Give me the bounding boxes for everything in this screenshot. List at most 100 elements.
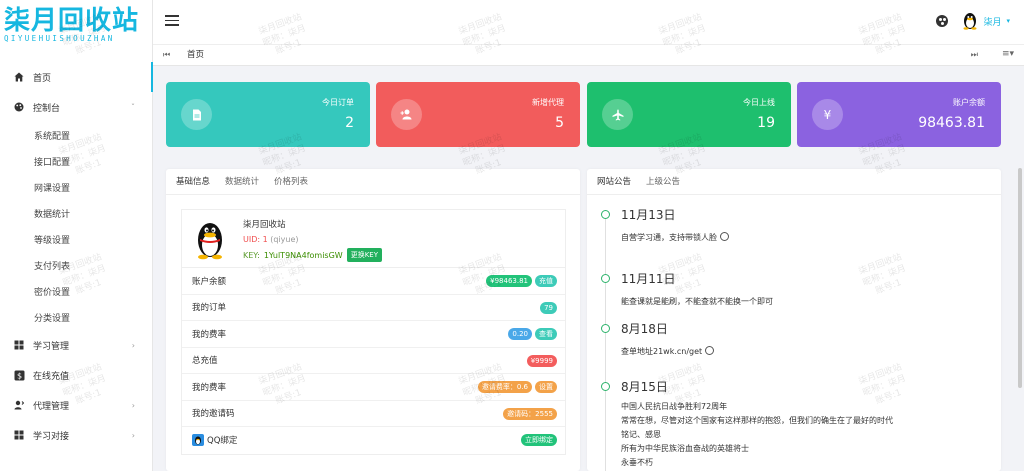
timeline-dot	[601, 382, 610, 391]
key-label: KEY:	[243, 250, 260, 260]
page-scrollbar[interactable]	[1018, 168, 1022, 388]
sidebar: 柒月回收站 QIYUEHUISHOUZHAN 首页 控制台 ˇ 系统配置 接口配…	[0, 0, 153, 471]
tab-more-icon[interactable]: ≡▾	[1002, 49, 1014, 59]
logo[interactable]: 柒月回收站 QIYUEHUISHOUZHAN	[0, 0, 152, 58]
notice-panel: 网站公告 上级公告 11月13日 自营学习通，支持带锁人脸 11月11日 能查课…	[587, 169, 1001, 471]
home-icon	[13, 71, 25, 83]
timeline-item: 8月18日 查单地址21wk.cn/get	[601, 321, 991, 379]
timeline-item: 11月13日 自营学习通，支持带锁人脸	[601, 207, 991, 271]
timeline-text: 自营学习通，支持带锁人脸	[621, 233, 717, 242]
logo-title: 柒月回收站	[4, 6, 140, 36]
smile-icon	[704, 346, 714, 355]
tab-prev-icon[interactable]: ⏮	[163, 50, 170, 60]
tab-data-stats[interactable]: 数据统计	[225, 169, 268, 194]
info-row-balance: 账户余额 ¥98463.81 充值	[182, 268, 565, 295]
profile-key: KEY: 1YulT9NA4fomisGW 更换KEY	[243, 248, 383, 262]
sidebar-item-label: 控制台	[33, 103, 61, 114]
info-row-total-recharge: 总充值 ¥9999	[182, 348, 565, 374]
set-invite-rate-button[interactable]: 设置	[535, 381, 557, 393]
sidebar-subitem-api-config[interactable]: 接口配置	[0, 148, 153, 174]
balance-badge: ¥98463.81	[486, 275, 532, 287]
profile-name: 柒月回收站	[243, 220, 286, 230]
tab-site-notice[interactable]: 网站公告	[597, 169, 640, 194]
recharge-button[interactable]: 充值	[535, 275, 557, 287]
notice-panel-tabs: 网站公告 上级公告	[587, 169, 1001, 195]
sidebar-nav: 首页 控制台 ˇ 系统配置 接口配置 网课设置 数据统计 等级设置 支付列表 密…	[0, 62, 153, 450]
sidebar-item-study-dock[interactable]: 学习对接 ›	[0, 420, 153, 450]
timeline-text: 常常在想，尽管对这个国家有这样那样的抱怨，但我们的确生在了最好的时代	[621, 416, 893, 425]
yen-icon: ¥	[812, 99, 843, 130]
info-panel-tabs: 基础信息 数据统计 价格列表	[166, 169, 580, 195]
palette-icon	[13, 101, 25, 113]
stat-card-balance: ¥ 账户余额 98463.81	[797, 82, 1001, 147]
user-icon	[13, 399, 25, 411]
info-row-invite-code: 我的邀请码 邀请码：2555	[182, 401, 565, 427]
sidebar-subitem-level-settings[interactable]: 等级设置	[0, 226, 153, 252]
tab-basic-info[interactable]: 基础信息	[176, 169, 219, 194]
add-user-icon	[391, 99, 422, 130]
sidebar-subitem-data-stats[interactable]: 数据统计	[0, 200, 153, 226]
sidebar-item-study-manage[interactable]: 学习管理 ›	[0, 330, 153, 360]
orders-badge: 79	[540, 301, 557, 314]
row-label: 我的费率	[192, 329, 227, 340]
info-panel: 基础信息 数据统计 价格列表 柒月回收站 UID: 1 (qiyue) KEY:…	[166, 169, 580, 471]
sidebar-item-recharge[interactable]: $ 在线充值	[0, 360, 153, 390]
stat-label: 今日订单	[322, 98, 354, 107]
timeline-date: 11月11日	[621, 272, 676, 286]
timeline-text: 中国人民抗日战争胜利72周年	[621, 402, 728, 411]
svg-text:$: $	[16, 371, 21, 380]
sidebar-subitem-course-settings[interactable]: 网课设置	[0, 174, 153, 200]
timeline-item: 11月11日 能查课就是能刷，不能查就不能换一个即可	[601, 271, 991, 321]
stat-value: 5	[555, 115, 564, 131]
row-label: QQ绑定	[207, 436, 238, 447]
sidebar-subitem-payment-list[interactable]: 支付列表	[0, 252, 153, 278]
stat-card-online-today: 今日上线 19	[587, 82, 791, 147]
timeline-text: 查单地址21wk.cn/get	[621, 347, 703, 356]
page-tabbar: ⏮ 首页 ⏭ ≡▾	[153, 44, 1024, 66]
timeline-date: 8月18日	[621, 322, 668, 336]
uid-value: UID: 1	[243, 235, 268, 244]
timeline-date: 11月13日	[621, 208, 676, 222]
sidebar-subitem-secret-price[interactable]: 密价设置	[0, 278, 153, 304]
chevron-right-icon: ›	[131, 340, 135, 350]
sidebar-item-agent-manage[interactable]: 代理管理 ›	[0, 390, 153, 420]
stat-card-today-orders: 今日订单 2	[166, 82, 370, 147]
user-menu[interactable]: 柒月 ▾	[962, 12, 1010, 30]
sidebar-subitem-system-config[interactable]: 系统配置	[0, 122, 153, 148]
chevron-down-icon: ˇ	[131, 102, 135, 112]
row-label: 总充值	[192, 356, 218, 367]
stat-value: 19	[757, 115, 775, 131]
sidebar-item-console[interactable]: 控制台 ˇ	[0, 92, 153, 122]
plane-icon	[602, 99, 633, 130]
tab-price-list[interactable]: 价格列表	[274, 169, 317, 194]
smile-icon	[719, 232, 729, 241]
tab-next-icon[interactable]: ⏭	[971, 50, 978, 60]
timeline-dot	[601, 274, 610, 283]
dollar-icon: $	[13, 369, 25, 381]
caret-down-icon: ▾	[1006, 17, 1010, 25]
stat-label: 今日上线	[743, 98, 775, 107]
sidebar-item-home[interactable]: 首页	[0, 62, 153, 92]
tab-home[interactable]: 首页	[179, 45, 212, 66]
sidebar-item-label: 学习对接	[33, 431, 70, 442]
stat-label: 新增代理	[532, 98, 564, 107]
notice-timeline: 11月13日 自营学习通，支持带锁人脸 11月11日 能查课就是能刷，不能查就不…	[601, 207, 991, 471]
topbar-right: 柒月 ▾	[936, 12, 1010, 30]
grid-icon	[13, 339, 25, 351]
info-row-orders: 我的订单 79	[182, 295, 565, 321]
grid-icon	[13, 429, 25, 441]
info-row-invite-rate: 我的费率 邀请费率：0.6 设置	[182, 374, 565, 401]
theme-palette-icon[interactable]	[936, 15, 949, 27]
topbar: 柒月 ▾	[153, 0, 1024, 44]
sidebar-subitem-category-settings[interactable]: 分类设置	[0, 304, 153, 330]
tab-parent-notice[interactable]: 上级公告	[646, 169, 689, 194]
row-label: 账户余额	[192, 276, 227, 287]
view-rate-button[interactable]: 查看	[535, 328, 557, 340]
bind-qq-button[interactable]: 立即绑定	[521, 434, 557, 446]
user-name: 柒月	[983, 17, 1002, 28]
timeline-text: 所有为中华民族浴血奋战的英雄将士	[621, 444, 749, 453]
menu-toggle-icon[interactable]	[165, 15, 179, 29]
change-key-button[interactable]: 更换KEY	[346, 248, 383, 262]
uid-username: (qiyue)	[270, 235, 299, 244]
timeline-date: 8月15日	[621, 380, 668, 394]
